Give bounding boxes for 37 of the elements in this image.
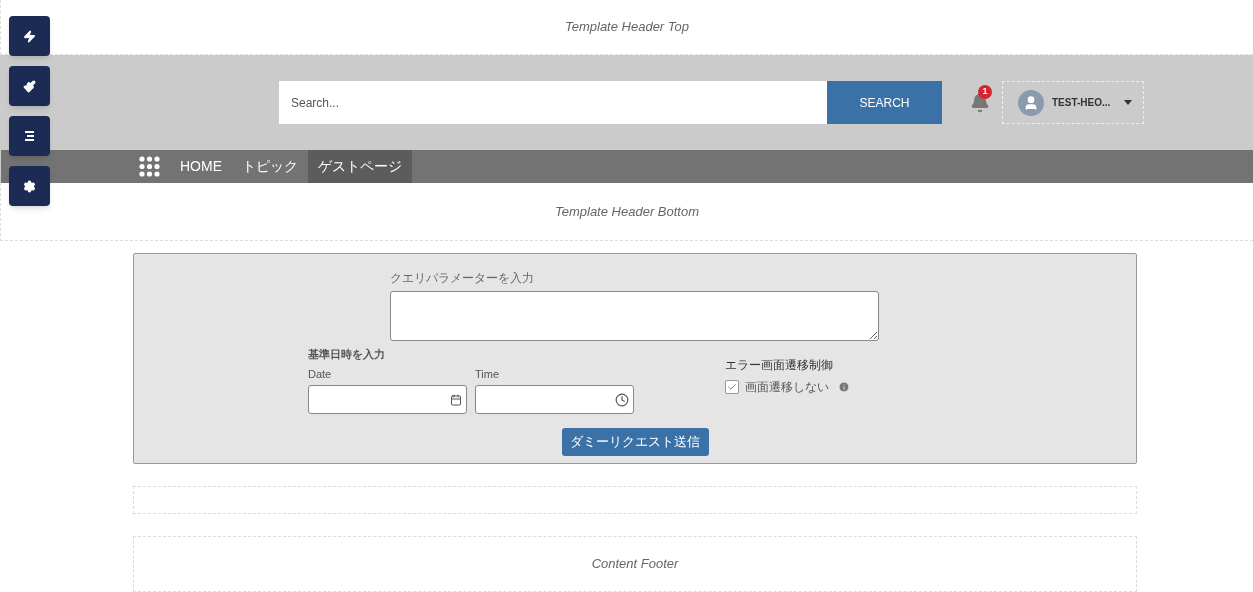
field-label: Time [475, 366, 501, 382]
content-footer: Content Footer [591, 554, 679, 574]
notification-badge: 1 [978, 84, 992, 99]
date-field[interactable] [308, 385, 467, 414]
nav-tab[interactable]: HOME [170, 150, 232, 183]
clock-icon [615, 392, 629, 407]
info-icon [838, 381, 850, 393]
flash-button[interactable] [9, 16, 50, 56]
caret-icon [1124, 100, 1133, 105]
time-field[interactable] [475, 385, 634, 414]
field-label: クエリパラメーターを入力 [390, 270, 535, 287]
brush-button[interactable] [9, 66, 50, 106]
settings-button[interactable] [9, 166, 50, 206]
user-name: TEST-HEO... [1052, 96, 1111, 110]
template-header-top: Template Header Top [564, 18, 690, 37]
menu-icon [23, 130, 36, 142]
section-label: エラー画面遷移制御 [725, 357, 834, 374]
search-field[interactable]: Search... [279, 81, 827, 124]
query-textarea[interactable] [390, 291, 879, 341]
nav-tab[interactable]: トピック [232, 150, 308, 183]
menu-button[interactable] [9, 116, 50, 156]
submit-button[interactable]: ダミーリクエスト送信 [561, 428, 709, 456]
app-launcher-icon[interactable] [139, 156, 160, 177]
brush-icon [23, 79, 36, 93]
calendar-icon [450, 393, 462, 406]
avatar-icon [1018, 89, 1044, 116]
user-menu[interactable]: TEST-HEO... [1002, 81, 1144, 124]
template-header-bottom: Template Header Bottom [554, 202, 699, 221]
flash-icon [23, 29, 36, 43]
field-label: Date [308, 366, 333, 382]
checkbox[interactable] [725, 380, 739, 394]
search-button[interactable]: SEARCH [827, 81, 942, 124]
check-icon [727, 382, 737, 392]
checkbox-label: 画面遷移しない [745, 379, 829, 396]
section-label: 基準日時を入力 [308, 347, 386, 362]
nav-tab[interactable]: ゲストページ [308, 150, 412, 183]
gear-icon [23, 179, 36, 193]
